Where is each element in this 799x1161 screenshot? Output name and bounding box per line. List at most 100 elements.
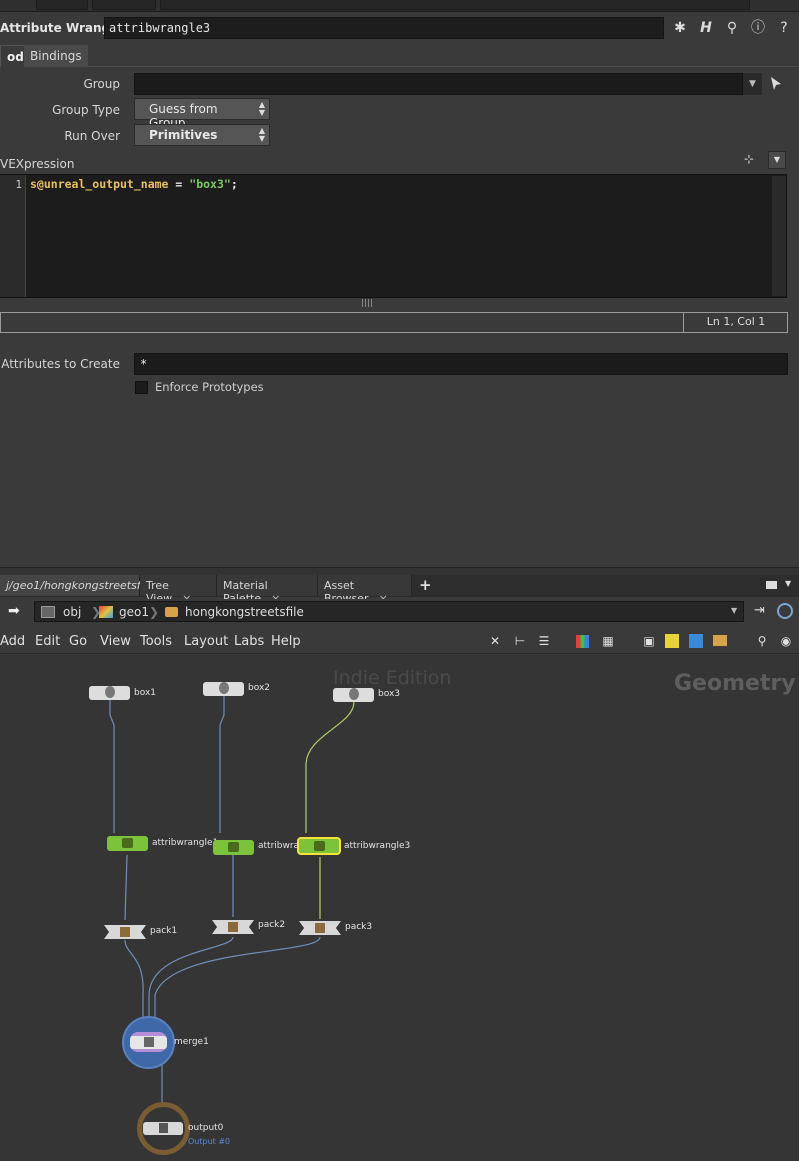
group-type-label: Group Type — [52, 103, 120, 117]
menu-labs[interactable]: Labs — [234, 634, 264, 649]
top-breadcrumb-strip — [0, 0, 799, 12]
sticky-note-icon[interactable] — [665, 634, 679, 648]
wrench-icon[interactable]: ✕ — [487, 633, 503, 649]
line-number-gutter: 1 — [0, 175, 26, 297]
node-label-pack1: pack1 — [150, 926, 178, 936]
node-attribwrangle2[interactable] — [213, 840, 254, 855]
code-editor[interactable] — [0, 174, 787, 298]
path-dropdown-icon[interactable]: ▼ — [731, 606, 737, 615]
geo-icon — [99, 606, 113, 618]
code-string: "box3" — [189, 177, 231, 191]
pane-splitter[interactable] — [0, 567, 799, 575]
select-arrow-icon[interactable] — [768, 76, 784, 92]
chevron-right-icon: ❯ — [149, 605, 160, 619]
breadcrumb-hongkong[interactable] — [160, 0, 750, 10]
node-name-field[interactable]: attribwrangle3 — [104, 17, 664, 39]
network-box-icon[interactable]: ▣ — [641, 633, 657, 649]
path-field[interactable]: obj ❯ geo1 ❯ hongkongstreetsfile ▼ — [34, 601, 744, 622]
network-pane-tabs: j/geo1/hongkongstreetsfile× Tree View× M… — [0, 575, 799, 605]
menu-help[interactable]: Help — [271, 634, 301, 649]
breadcrumb-obj[interactable] — [36, 0, 88, 10]
attributes-to-create-field[interactable]: * — [134, 353, 788, 375]
color-palette-icon[interactable] — [576, 635, 589, 648]
output-icon — [159, 1123, 168, 1133]
wrangle-icon — [228, 842, 239, 852]
eye-icon[interactable]: ◉ — [778, 633, 794, 649]
tree-icon[interactable]: ⊢ — [512, 633, 528, 649]
add-tab-icon[interactable]: + — [419, 576, 432, 594]
node-label-attribwrangle1: attribwrangle1 — [152, 838, 219, 848]
line-number: 1 — [15, 178, 22, 191]
node-box2[interactable] — [203, 682, 244, 696]
vex-menu-dropdown[interactable]: ▼ — [768, 151, 786, 169]
path-hongkongstreetsfile[interactable]: hongkongstreetsfile — [185, 605, 304, 619]
group-field[interactable] — [134, 73, 762, 95]
node-label-box3: box3 — [378, 689, 400, 699]
menu-edit[interactable]: Edit — [35, 634, 60, 649]
pack-icon — [228, 922, 238, 932]
pin-icon[interactable]: ⇥ — [754, 603, 765, 618]
path-geo1[interactable]: geo1 — [119, 605, 149, 619]
menu-tools[interactable]: Tools — [140, 634, 172, 649]
code-op: = — [168, 177, 190, 191]
node-pack3[interactable] — [299, 921, 341, 935]
menu-add[interactable]: Add — [0, 634, 25, 649]
link-icon[interactable] — [777, 603, 793, 619]
updown-icon: ▲ ▼ — [258, 100, 265, 117]
pane-layout-icon[interactable] — [766, 581, 777, 589]
obj-icon — [41, 606, 55, 618]
pane-menu-icon[interactable]: ▼ — [785, 579, 791, 588]
node-box3[interactable] — [333, 688, 374, 702]
tab-network[interactable]: j/geo1/hongkongstreetsfile× — [0, 575, 173, 596]
code-line[interactable]: s@unreal_output_name = "box3"; — [30, 177, 238, 191]
run-over-label: Run Over — [64, 129, 120, 143]
run-over-menu[interactable]: Primitives ▲ ▼ — [134, 124, 270, 146]
editor-status-bar — [0, 312, 788, 333]
pack-icon — [120, 927, 130, 937]
houdini-help-icon[interactable]: H — [697, 19, 715, 37]
tab-asset-browser[interactable]: Asset Browser× — [318, 575, 412, 605]
help-icon[interactable]: ? — [775, 19, 793, 37]
group-type-menu[interactable]: Guess from Group ▲ ▼ — [134, 98, 270, 130]
parameter-tabs: ode Bindings — [0, 45, 799, 67]
merge-icon — [144, 1037, 154, 1047]
box-icon — [105, 686, 115, 698]
node-label-output0: output0 — [188, 1123, 224, 1133]
node-label-box2: box2 — [248, 683, 270, 693]
node-attribwrangle1[interactable] — [107, 836, 148, 851]
enforce-prototypes-label: Enforce Prototypes — [155, 380, 264, 394]
code-vertical-scrollbar[interactable] — [772, 176, 786, 296]
tab-material-palette[interactable]: Material Palette× — [217, 575, 318, 605]
tab-tree-view[interactable]: Tree View× — [140, 575, 217, 605]
search-icon[interactable]: ⚲ — [754, 633, 770, 649]
menu-view[interactable]: View — [100, 634, 131, 649]
enforce-prototypes-checkbox[interactable] — [135, 381, 148, 394]
wrangle-icon — [122, 838, 133, 848]
node-merge1-ring[interactable] — [122, 1016, 175, 1069]
grid-icon[interactable]: ▦ — [600, 633, 616, 649]
snippet-tools-icon[interactable]: ⊹ — [744, 152, 764, 168]
node-box1[interactable] — [89, 686, 130, 700]
menu-go[interactable]: Go — [69, 634, 87, 649]
menu-layout[interactable]: Layout — [184, 634, 228, 649]
asset-icon[interactable] — [713, 635, 727, 646]
node-output0-ring[interactable] — [137, 1102, 190, 1155]
list-icon[interactable]: ☰ — [536, 633, 552, 649]
image-icon[interactable] — [689, 634, 703, 648]
run-over-value: Primitives — [149, 128, 218, 142]
node-label-box1: box1 — [134, 688, 156, 698]
breadcrumb-geo1[interactable] — [92, 0, 156, 10]
node-pack1[interactable] — [104, 925, 146, 939]
group-dropdown-icon[interactable]: ▼ — [742, 73, 762, 95]
search-icon[interactable]: ⚲ — [723, 19, 741, 37]
node-attribwrangle3[interactable] — [297, 837, 341, 855]
forward-arrow-icon[interactable]: ➡ — [8, 603, 20, 619]
path-obj[interactable]: obj — [63, 605, 81, 619]
tab-bindings[interactable]: Bindings — [24, 45, 88, 67]
info-icon[interactable]: ⓘ — [749, 19, 767, 37]
gear-icon[interactable]: ✱ — [671, 19, 689, 37]
box-icon — [349, 688, 359, 700]
resize-grip[interactable] — [362, 299, 374, 307]
box-icon — [219, 682, 229, 694]
node-pack2[interactable] — [212, 920, 254, 934]
